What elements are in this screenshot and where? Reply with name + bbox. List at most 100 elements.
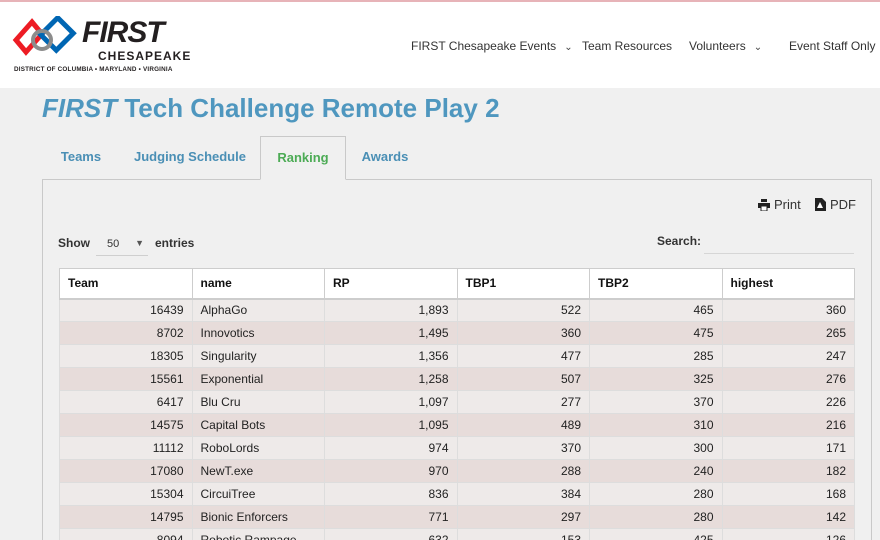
tbp1-cell: 360 [456,321,590,345]
tbp2-cell: 310 [589,413,723,437]
tab-awards[interactable]: Awards [352,136,418,180]
table-row: 15561 Exponential 1,258 507 325 276 [59,367,855,391]
tbp2-cell: 280 [589,482,723,506]
team-number-cell: 6417 [59,390,193,414]
search-input[interactable] [704,230,854,254]
rp-cell: 1,893 [324,298,458,322]
nav-team-resources[interactable]: Team Resources [582,38,672,54]
column-header-name[interactable]: name [191,268,325,300]
rp-cell: 632 [324,528,458,540]
logo-tagline: DISTRICT OF COLUMBIA • MARYLAND • VIRGIN… [14,66,173,73]
nav-event-staff-only[interactable]: Event Staff Only⌄ [789,38,880,56]
table-row: 14575 Capital Bots 1,095 489 310 216 [59,413,855,437]
team-number-cell: 15561 [59,367,193,391]
table-row: 15304 CircuiTree 836 384 280 168 [59,482,855,506]
page-size-select[interactable]: 50 ▼ [96,232,148,256]
team-number-cell: 17080 [59,459,193,483]
table-row: 16439 AlphaGo 1,893 522 465 360 [59,298,855,322]
rp-cell: 1,095 [324,413,458,437]
caret-down-icon: ▼ [135,238,144,248]
page-size-value: 50 [107,238,120,250]
nav-label: Team Resources [582,39,673,53]
table-row: 17080 NewT.exe 970 288 240 182 [59,459,855,483]
tab-teams[interactable]: Teams [42,136,120,180]
search-label: Search: [657,234,702,248]
tbp2-cell: 425 [589,528,723,540]
nav-label: FIRST Chesapeake Events [411,39,557,53]
team-name-cell: Capital Bots [191,413,325,437]
rp-cell: 771 [324,505,458,529]
team-name-cell: Blu Cru [191,390,325,414]
rp-cell: 1,097 [324,390,458,414]
nav-first-chesapeake-events[interactable]: FIRST Chesapeake Events ⌄ [411,38,573,56]
highest-cell: 226 [721,390,855,414]
page-title: FIRST Tech Challenge Remote Play 2 [42,92,500,124]
site-header: FIRST CHESAPEAKE DISTRICT OF COLUMBIA • … [0,2,880,88]
team-name-cell: NewT.exe [191,459,325,483]
team-name-cell: AlphaGo [191,298,325,322]
team-number-cell: 16439 [59,298,193,322]
tbp2-cell: 300 [589,436,723,460]
tbp1-cell: 277 [456,390,590,414]
nav-label: Event Staff Only [789,39,876,53]
tbp2-cell: 465 [589,298,723,322]
team-name-cell: Singularity [191,344,325,368]
print-button[interactable]: Print [758,197,801,212]
rp-cell: 970 [324,459,458,483]
highest-cell: 168 [721,482,855,506]
team-number-cell: 11112 [59,436,193,460]
highest-cell: 360 [721,298,855,322]
tab-ranking[interactable]: Ranking [260,136,346,180]
team-number-cell: 14795 [59,505,193,529]
highest-cell: 276 [721,367,855,391]
tbp1-cell: 384 [456,482,590,506]
highest-cell: 126 [721,528,855,540]
pdf-button[interactable]: PDF [815,197,856,212]
chevron-down-icon: ⌄ [753,42,763,53]
highest-cell: 247 [721,344,855,368]
column-header-rp[interactable]: RP [324,268,458,300]
tbp1-cell: 297 [456,505,590,529]
nav-volunteers[interactable]: Volunteers ⌄ [689,38,762,56]
entries-label: entries [155,236,195,250]
nav-label: Volunteers [689,39,746,53]
tbp1-cell: 153 [456,528,590,540]
table-row: 11112 RoboLords 974 370 300 171 [59,436,855,460]
team-name-cell: Bionic Enforcers [191,505,325,529]
table-row: 8094 Robotic Rampage 632 153 425 126 [59,528,855,540]
tbp2-cell: 325 [589,367,723,391]
tab-judging-schedule[interactable]: Judging Schedule [126,136,254,180]
team-number-cell: 8702 [59,321,193,345]
tbp1-cell: 477 [456,344,590,368]
team-name-cell: Innovotics [191,321,325,345]
show-label: Show [58,236,90,250]
print-label: Print [774,197,801,212]
tbp2-cell: 475 [589,321,723,345]
team-name-cell: CircuiTree [191,482,325,506]
team-name-cell: RoboLords [191,436,325,460]
highest-cell: 265 [721,321,855,345]
page-title-rest: Tech Challenge Remote Play 2 [117,93,500,123]
table-header-row: Team name RP TBP1 TBP2 highest [59,268,855,300]
team-number-cell: 18305 [59,344,193,368]
tbp2-cell: 370 [589,390,723,414]
team-number-cell: 14575 [59,413,193,437]
tbp1-cell: 288 [456,459,590,483]
highest-cell: 171 [721,436,855,460]
column-header-team[interactable]: Team [59,268,193,300]
team-number-cell: 8094 [59,528,193,540]
rp-cell: 1,258 [324,367,458,391]
highest-cell: 142 [721,505,855,529]
main-nav: FIRST Chesapeake Events ⌄ Team Resources … [0,38,880,56]
tbp1-cell: 522 [456,298,590,322]
column-header-highest[interactable]: highest [721,268,855,300]
table-row: 18305 Singularity 1,356 477 285 247 [59,344,855,368]
team-name-cell: Exponential [191,367,325,391]
column-header-tbp1[interactable]: TBP1 [456,268,590,300]
rp-cell: 1,356 [324,344,458,368]
tbp2-cell: 285 [589,344,723,368]
table-row: 6417 Blu Cru 1,097 277 370 226 [59,390,855,414]
pdf-label: PDF [830,197,856,212]
column-header-tbp2[interactable]: TBP2 [589,268,723,300]
tbp2-cell: 280 [589,505,723,529]
